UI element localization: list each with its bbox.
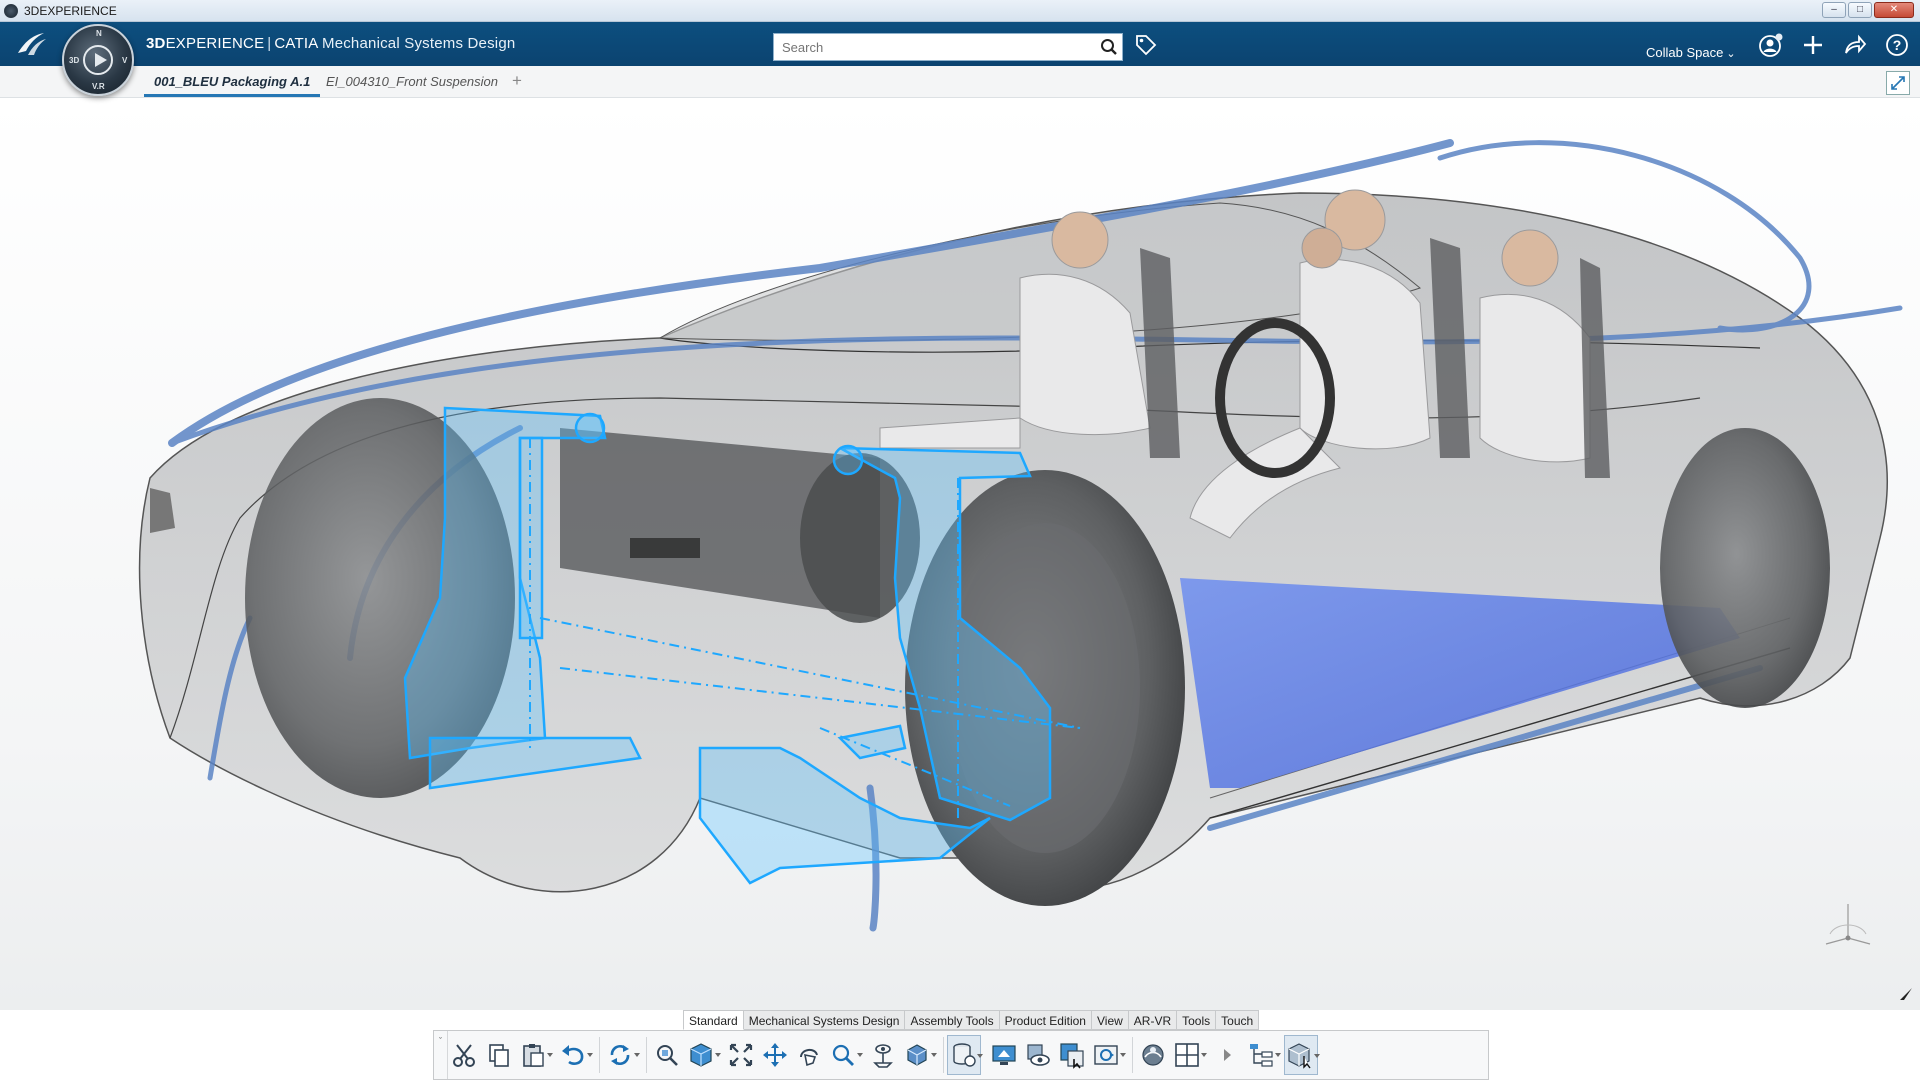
undo-icon[interactable] bbox=[556, 1035, 593, 1075]
toolbar-separator bbox=[599, 1037, 600, 1073]
tab-bleu-packaging[interactable]: 001_BLEU Packaging A.1 bbox=[143, 74, 321, 97]
tab-standard[interactable]: Standard bbox=[683, 1010, 744, 1030]
compass-label-top: N bbox=[96, 29, 102, 38]
tab-ar-vr[interactable]: AR-VR bbox=[1128, 1010, 1178, 1030]
svg-text:?: ? bbox=[1893, 37, 1902, 53]
swap-visible-space-icon[interactable] bbox=[1055, 1035, 1089, 1075]
hide-show-icon[interactable] bbox=[1021, 1035, 1055, 1075]
brand-3d: 3D bbox=[146, 35, 166, 52]
tab-view[interactable]: View bbox=[1091, 1010, 1129, 1030]
tab-product-edition[interactable]: Product Edition bbox=[999, 1010, 1092, 1030]
share-icon[interactable] bbox=[1840, 30, 1870, 60]
app-window: 3DEXPERIENCE – □ ✕ 3DEXPERIENCE | CATIA Me… bbox=[0, 0, 1920, 1080]
fullscreen-icon[interactable] bbox=[1886, 71, 1910, 95]
car-model-scene[interactable] bbox=[0, 98, 1920, 1010]
maximize-button[interactable]: □ bbox=[1848, 2, 1872, 18]
collapse-action-bar-button[interactable]: ˇ bbox=[434, 1031, 448, 1079]
user-profile-icon[interactable] bbox=[1756, 30, 1786, 60]
document-tab-bar: 001_BLEU Packaging A.1 EI_004310_Front S… bbox=[0, 66, 1920, 98]
toolbar-separator bbox=[1132, 1037, 1133, 1073]
normal-view-icon[interactable] bbox=[866, 1035, 900, 1075]
close-button[interactable]: ✕ bbox=[1874, 2, 1914, 18]
tab-mechanical-systems-design[interactable]: Mechanical Systems Design bbox=[743, 1010, 906, 1030]
brand-app-name: CATIA bbox=[274, 35, 318, 52]
window-title: 3DEXPERIENCE bbox=[24, 3, 117, 18]
window-title-bar: 3DEXPERIENCE – □ ✕ bbox=[0, 0, 1920, 22]
capture-icon[interactable] bbox=[1089, 1035, 1126, 1075]
multi-view-icon[interactable] bbox=[1170, 1035, 1207, 1075]
ambiance-icon[interactable] bbox=[1136, 1035, 1170, 1075]
add-tab-button[interactable]: + bbox=[512, 71, 522, 91]
tag-icon[interactable] bbox=[1133, 32, 1159, 58]
compass-label-bottom: V.R bbox=[92, 82, 105, 91]
dassault-logo-icon[interactable] bbox=[14, 29, 50, 59]
tab-touch[interactable]: Touch bbox=[1216, 1010, 1260, 1030]
app-brand: 3DEXPERIENCE | CATIA Mechanical Systems De… bbox=[146, 35, 515, 52]
shading-icon[interactable] bbox=[900, 1035, 937, 1075]
copy-icon[interactable] bbox=[482, 1035, 516, 1075]
action-bar-tabs: Standard Mechanical Systems Design Assem… bbox=[683, 1010, 1260, 1030]
compass-label-left: 3D bbox=[69, 56, 80, 65]
cursor-icon bbox=[1900, 988, 1912, 1003]
cache-management-icon[interactable] bbox=[947, 1035, 983, 1075]
pan-icon[interactable] bbox=[758, 1035, 792, 1075]
minimize-button[interactable]: – bbox=[1822, 2, 1846, 18]
action-bar-tools: ˇ bbox=[433, 1030, 1489, 1080]
brand-separator: | bbox=[267, 35, 272, 52]
window-controls: – □ ✕ bbox=[1822, 2, 1914, 18]
search-box bbox=[773, 33, 1123, 61]
brand-experience: EXPERIENCE bbox=[165, 35, 265, 52]
action-bar: Standard Mechanical Systems Design Assem… bbox=[433, 1008, 1489, 1080]
search-input[interactable] bbox=[774, 35, 1096, 59]
top-bar: 3DEXPERIENCE | CATIA Mechanical Systems De… bbox=[0, 22, 1920, 66]
search-icon[interactable] bbox=[1096, 34, 1122, 60]
axis-triad-icon[interactable] bbox=[1818, 898, 1878, 948]
tab-assembly-tools[interactable]: Assembly Tools bbox=[905, 1010, 1000, 1030]
cut-icon[interactable] bbox=[448, 1035, 482, 1075]
paste-icon[interactable] bbox=[516, 1035, 553, 1075]
toolbar-separator bbox=[943, 1037, 944, 1073]
compass-label-right: V bbox=[122, 56, 128, 65]
update-icon[interactable] bbox=[603, 1035, 640, 1075]
expand-toolbar-icon[interactable] bbox=[1210, 1035, 1244, 1075]
add-icon[interactable] bbox=[1798, 30, 1828, 60]
rotate-icon[interactable] bbox=[792, 1035, 826, 1075]
zoom-fit-icon[interactable] bbox=[650, 1035, 684, 1075]
app-icon bbox=[4, 3, 18, 18]
toolbar-separator bbox=[646, 1037, 647, 1073]
display-options-icon[interactable] bbox=[987, 1035, 1021, 1075]
fit-all-icon[interactable] bbox=[724, 1035, 758, 1075]
collab-space-dropdown[interactable]: Collab Space bbox=[1646, 45, 1736, 60]
brand-app-role: Mechanical Systems Design bbox=[322, 35, 516, 52]
tab-tools[interactable]: Tools bbox=[1177, 1010, 1217, 1030]
help-icon[interactable]: ? bbox=[1882, 30, 1912, 60]
3d-viewport[interactable] bbox=[0, 98, 1920, 1010]
tree-icon[interactable] bbox=[1244, 1035, 1281, 1075]
product-structure-icon[interactable] bbox=[1284, 1035, 1320, 1075]
view-cube-icon[interactable] bbox=[684, 1035, 721, 1075]
zoom-icon[interactable] bbox=[826, 1035, 863, 1075]
play-icon[interactable] bbox=[83, 45, 113, 75]
compass-widget[interactable]: N 3D V V.R bbox=[62, 24, 134, 96]
tab-front-suspension[interactable]: EI_004310_Front Suspension bbox=[326, 74, 498, 89]
top-right-icons: ? bbox=[1756, 30, 1912, 60]
